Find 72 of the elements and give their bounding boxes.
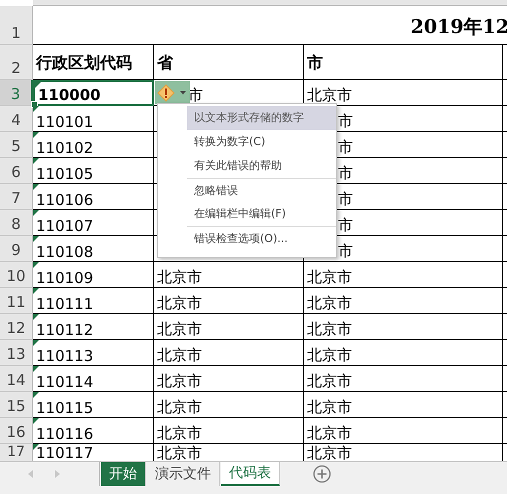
sheet-tab[interactable]: 开始 — [101, 462, 146, 486]
column-header: 行政区划代码 — [33, 45, 154, 80]
table-cell[interactable]: 北京市 — [154, 340, 304, 366]
row-number[interactable]: 3 — [0, 80, 33, 106]
column-header: 省 — [154, 45, 304, 80]
error-indicator-icon — [33, 158, 39, 164]
table-cell[interactable]: 北京市 — [304, 288, 503, 314]
table-cell[interactable]: 110000 — [33, 80, 154, 106]
error-indicator-icon — [33, 366, 39, 372]
table-cell[interactable]: 北京市 — [154, 418, 304, 444]
error-indicator-icon — [33, 106, 39, 112]
error-indicator-icon — [33, 210, 39, 216]
table-cell[interactable]: 北京市 — [304, 392, 503, 418]
table-cell[interactable]: 北京市 — [304, 366, 503, 392]
menu-heading: 以文本形式存储的数字 — [187, 106, 336, 130]
row-number[interactable]: 13 — [0, 340, 33, 366]
error-indicator-icon — [33, 418, 39, 424]
error-indicator-icon — [33, 184, 39, 190]
sheet-tab[interactable]: 代码表 — [221, 462, 280, 486]
column-header: 市 — [304, 45, 503, 80]
table-cell[interactable]: 北京市 — [304, 314, 503, 340]
table-cell[interactable]: 110101 — [33, 106, 154, 132]
table-cell[interactable]: 110114 — [33, 366, 154, 392]
table-cell[interactable]: 北京市 — [304, 418, 503, 444]
row-number[interactable]: 15 — [0, 392, 33, 418]
caret-icon — [180, 90, 186, 94]
table-cell[interactable]: 北京市 — [154, 366, 304, 392]
table-cell[interactable]: 110113 — [33, 340, 154, 366]
table-cell[interactable]: 北京市 — [154, 262, 304, 288]
table-cell[interactable]: 110112 — [33, 314, 154, 340]
row-number[interactable]: 8 — [0, 210, 33, 236]
table-cell[interactable]: 北京市 — [154, 288, 304, 314]
table-cell[interactable]: 110108 — [33, 236, 154, 262]
table-cell[interactable]: 北京市 — [154, 314, 304, 340]
error-indicator-icon — [33, 392, 39, 398]
row-number[interactable]: 12 — [0, 314, 33, 340]
table-cell[interactable]: 北京市 — [304, 340, 503, 366]
row-number[interactable]: 5 — [0, 132, 33, 158]
table-cell[interactable]: 110106 — [33, 184, 154, 210]
table-cell[interactable]: 110102 — [33, 132, 154, 158]
row-number[interactable]: 7 — [0, 184, 33, 210]
add-sheet-icon[interactable] — [313, 465, 331, 483]
row-number[interactable]: 9 — [0, 236, 33, 262]
row-number[interactable]: 10 — [0, 262, 33, 288]
error-indicator-icon — [33, 262, 39, 268]
error-options-button[interactable] — [155, 81, 190, 104]
row-number[interactable]: 6 — [0, 158, 33, 184]
error-indicator-icon — [33, 132, 39, 138]
error-indicator-icon — [33, 444, 39, 450]
row-number[interactable]: 2 — [0, 45, 33, 80]
menu-item[interactable]: 错误检查选项(O)... — [187, 226, 336, 250]
table-cell[interactable]: 110116 — [33, 418, 154, 444]
error-indicator-icon — [35, 82, 41, 88]
error-indicator-icon — [33, 340, 39, 346]
table-cell[interactable]: 110107 — [33, 210, 154, 236]
table-cell[interactable]: 110111 — [33, 288, 154, 314]
row-number[interactable]: 11 — [0, 288, 33, 314]
error-indicator-icon — [33, 236, 39, 242]
row-number[interactable]: 16 — [0, 418, 33, 444]
sheet-title: 2019年12 — [410, 15, 507, 40]
table-cell[interactable]: 110105 — [33, 158, 154, 184]
row-number[interactable]: 17 — [0, 444, 33, 461]
table-cell[interactable]: 北京市 — [154, 392, 304, 418]
table-cell[interactable]: 110109 — [33, 262, 154, 288]
menu-item[interactable]: 忽略错误 — [187, 178, 336, 202]
row-number[interactable]: 1 — [0, 6, 33, 45]
row-number[interactable]: 4 — [0, 106, 33, 132]
table-cell[interactable]: 110115 — [33, 392, 154, 418]
error-indicator-icon — [33, 288, 39, 294]
row-number[interactable]: 14 — [0, 366, 33, 392]
error-indicator-icon — [33, 314, 39, 320]
table-cell[interactable]: 北京市 — [304, 262, 503, 288]
